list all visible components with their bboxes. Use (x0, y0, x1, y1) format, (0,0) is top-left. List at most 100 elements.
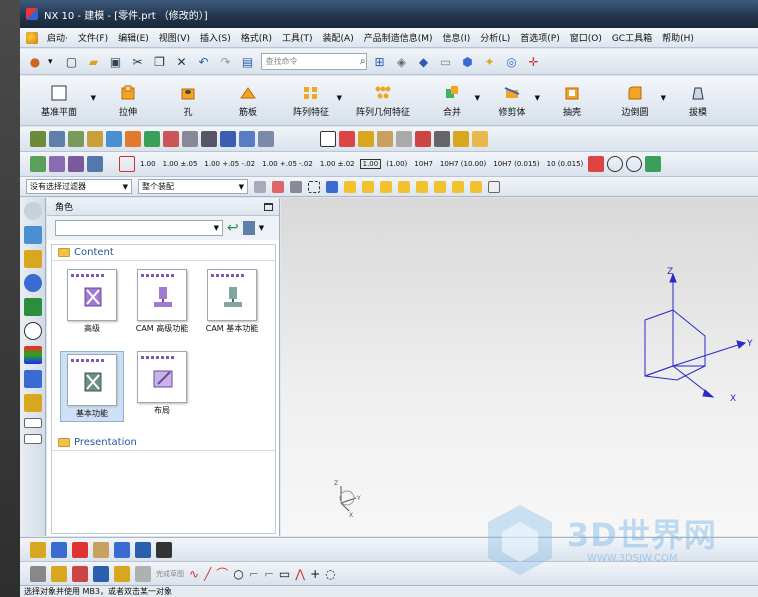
role-tile-advanced[interactable]: 高级 (60, 269, 124, 334)
parts-list-icon[interactable] (377, 131, 393, 147)
menu-gc-toolbox[interactable]: GC工具箱 (607, 31, 657, 44)
assembly-constraint-icon[interactable] (30, 131, 46, 147)
menu-view[interactable]: 视图(V) (154, 31, 195, 44)
snap-point-on-curve-icon[interactable] (470, 180, 482, 193)
check-icon[interactable] (30, 156, 46, 172)
edge-blend-button[interactable]: 边倒圆 ▼ (602, 76, 668, 125)
dimension-tag[interactable]: 1.00 (359, 159, 382, 169)
material-icon[interactable] (144, 131, 160, 147)
paint-icon[interactable] (125, 131, 141, 147)
system-materials-icon[interactable] (23, 346, 42, 364)
chevron-down-icon[interactable]: ▼ (91, 94, 96, 102)
measure-icon[interactable] (72, 541, 88, 558)
snap-point-icon[interactable]: ◎ (503, 53, 521, 71)
menu-file[interactable]: 文件(F) (73, 31, 113, 44)
background-color-icon[interactable]: ▭ (437, 53, 455, 71)
dimension-tag[interactable]: 10H7 (412, 160, 435, 168)
chevron-down-icon[interactable]: ▼ (661, 94, 666, 102)
fit-tolerance-icon[interactable] (434, 131, 450, 147)
reuse-library-icon[interactable] (472, 131, 488, 147)
reuse-library-icon[interactable] (23, 274, 42, 292)
cylinder-icon[interactable] (51, 541, 67, 558)
snap-bounded-icon[interactable] (488, 180, 500, 193)
measure-angle-icon[interactable] (182, 131, 198, 147)
menu-info[interactable]: 信息(I) (438, 31, 476, 44)
dimension-tag[interactable]: 10H7 (10.00) (438, 160, 488, 168)
start-button-label[interactable]: ▾ (48, 57, 53, 67)
open-folder-icon[interactable]: ▰ (85, 53, 103, 71)
assembly-parts-icon[interactable] (453, 131, 469, 147)
start-menu[interactable]: 启动· (42, 31, 73, 44)
constraint-icon[interactable] (93, 565, 109, 582)
pencil-icon[interactable] (239, 131, 255, 147)
move-object-icon[interactable] (87, 131, 103, 147)
snap-quadrant-icon[interactable] (434, 180, 446, 193)
maximize-icon[interactable] (264, 202, 273, 211)
view-mode-icon[interactable] (242, 221, 255, 235)
section-view-icon[interactable]: ✦ (481, 53, 499, 71)
view-cube-icon[interactable]: ◆ (415, 53, 433, 71)
measure-body-icon[interactable] (201, 131, 217, 147)
role-tile-cam-basic[interactable]: CAM 基本功能 (200, 269, 264, 334)
menu-help[interactable]: 帮助(H) (657, 31, 699, 44)
tolerance-icon[interactable] (588, 156, 605, 172)
layer-icon[interactable] (49, 131, 65, 147)
check-mate-icon[interactable] (87, 156, 103, 172)
menu-window[interactable]: 窗口(O) (565, 31, 607, 44)
shell-button[interactable]: 抽壳 (542, 76, 602, 125)
table-icon[interactable] (339, 131, 355, 147)
return-arrow-icon[interactable] (645, 156, 662, 172)
snap-options-icon[interactable] (272, 180, 284, 193)
snap-midpoint-icon[interactable] (362, 180, 374, 193)
roles-icon[interactable] (23, 394, 42, 412)
snap-intersection-icon[interactable] (398, 180, 410, 193)
text-style-icon[interactable] (135, 541, 151, 558)
datum-csys[interactable] (644, 272, 747, 398)
chamfer-icon[interactable]: ⌐ (264, 567, 274, 581)
unite-button[interactable]: 合并 ▼ (422, 76, 482, 125)
report-icon[interactable] (68, 156, 84, 172)
fit-view-icon[interactable]: ⊞ (371, 53, 389, 71)
scroll-down-icon[interactable] (23, 434, 42, 444)
chevron-down-icon[interactable]: ▼ (337, 94, 342, 102)
rib-button[interactable]: 筋板 (218, 76, 278, 125)
start-icon[interactable] (26, 31, 38, 44)
menu-insert[interactable]: 插入(S) (195, 31, 236, 44)
datum-plane-button[interactable]: 基准平面 ▼ (20, 76, 98, 125)
role-tile-essentials[interactable]: 基本功能 (60, 351, 124, 422)
dimension-tag[interactable]: 10H7 (0.015) (491, 160, 541, 168)
dimension-tag[interactable]: 10 (0.015) (545, 160, 586, 168)
hole-button[interactable]: 孔 (158, 76, 218, 125)
dimension-tag[interactable]: 1.00 ±.05 (161, 160, 200, 168)
point-icon[interactable]: + (310, 567, 320, 581)
part-attributes-icon[interactable] (30, 541, 46, 558)
save-icon[interactable]: ▣ (107, 53, 125, 71)
dimension-tag[interactable]: 1.00 +.05 -.02 (260, 160, 315, 168)
chevron-down-icon[interactable]: ▼ (259, 224, 264, 232)
redo-icon[interactable]: ↷ (217, 53, 235, 71)
snap-arc-center-icon[interactable] (416, 180, 428, 193)
dimension-tag[interactable]: (1.00) (384, 160, 409, 168)
presentation-group-header[interactable]: Presentation (52, 435, 275, 451)
role-tile-cam-advanced[interactable]: CAM 高级功能 (130, 269, 194, 334)
snap-endpoint-icon[interactable] (344, 180, 356, 193)
delete-icon[interactable]: ✕ (173, 53, 191, 71)
select-body-icon[interactable] (326, 180, 338, 193)
circle-icon[interactable]: ○ (233, 567, 243, 581)
extrude-button[interactable]: 拉伸 (98, 76, 158, 125)
snap-control-icon[interactable] (380, 180, 392, 193)
orient-view-icon[interactable]: ⬢ (459, 53, 477, 71)
pattern-feature-button[interactable]: 阵列特征 ▼ (278, 76, 344, 125)
profile-icon[interactable]: ∿ (189, 567, 199, 581)
draft-button[interactable]: 拔模 (668, 76, 728, 125)
sketch-icon[interactable] (30, 565, 46, 582)
snap-existing-icon[interactable] (452, 180, 464, 193)
new-file-icon[interactable]: ▢ (63, 53, 81, 71)
render-style-icon[interactable]: ◈ (393, 53, 411, 71)
mirror-icon[interactable] (93, 541, 109, 558)
line-icon[interactable]: ╱ (204, 567, 211, 581)
menu-assembly[interactable]: 装配(A) (318, 31, 359, 44)
command-search-input[interactable]: 查找命令 ⌕ (260, 53, 367, 70)
menu-analysis[interactable]: 分析(L) (475, 31, 515, 44)
hd3d-tools-icon[interactable] (23, 298, 42, 316)
